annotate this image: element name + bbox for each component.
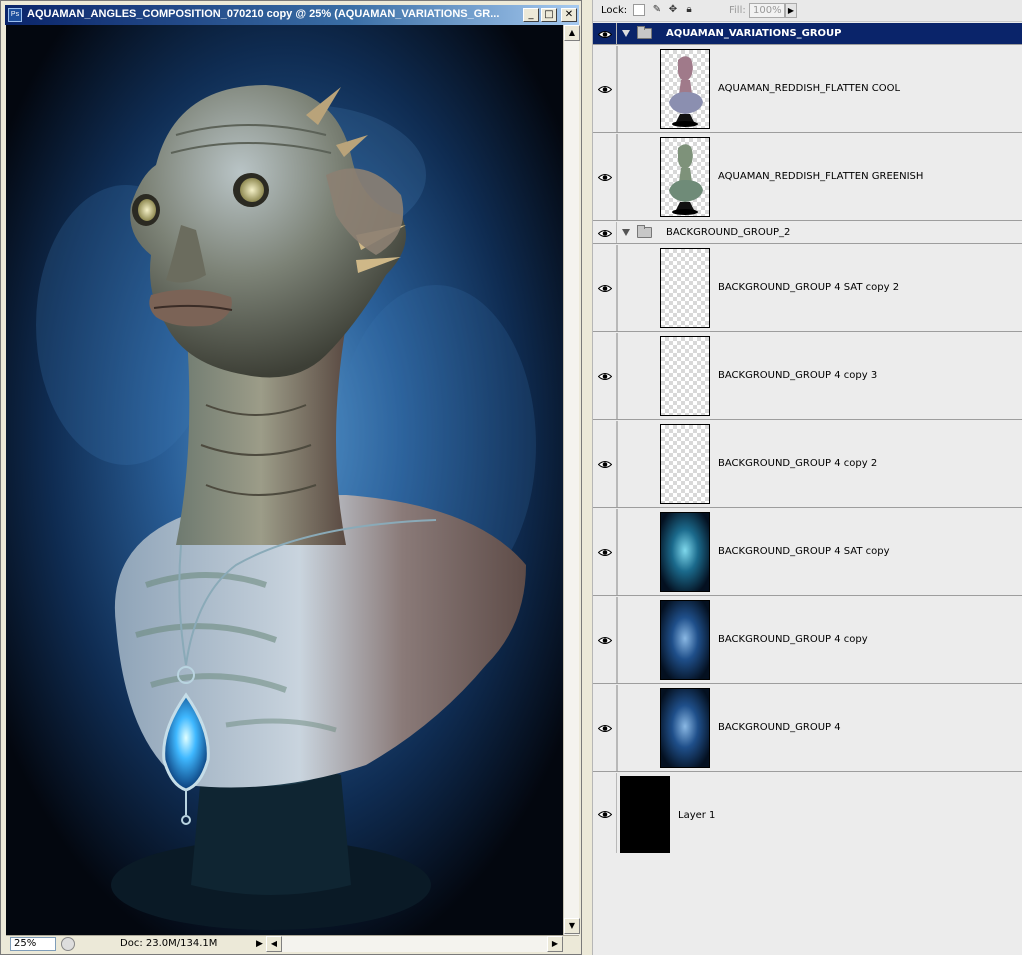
eye-icon[interactable] xyxy=(597,283,613,292)
layer-row[interactable]: AQUAMAN_REDDISH_FLATTEN COOL xyxy=(593,46,1022,133)
visibility-toggle[interactable] xyxy=(593,773,617,859)
document-size-readout: Doc: 23.0M/134.1M xyxy=(120,938,218,949)
layer-name: BACKGROUND_GROUP 4 copy 2 xyxy=(718,458,878,469)
lock-move-icon[interactable]: ✥ xyxy=(667,4,679,16)
horizontal-scrollbar[interactable]: ◀ ▶ xyxy=(266,936,563,952)
status-bar: 25% Doc: 23.0M/134.1M ▶ ◀ ▶ xyxy=(6,935,579,952)
layer-thumbnail xyxy=(660,424,710,504)
layer-row[interactable]: AQUAMAN_REDDISH_FLATTEN GREENISH xyxy=(593,134,1022,221)
eye-icon[interactable] xyxy=(597,228,613,237)
group-indent xyxy=(617,245,618,331)
document-window: Ps AQUAMAN_ANGLES_COMPOSITION_070210 cop… xyxy=(0,0,582,955)
lock-all-icon[interactable]: 🔒︎ xyxy=(683,4,695,16)
layer-thumbnail xyxy=(660,248,710,328)
layers-panel-empty-area xyxy=(593,853,1022,955)
minimize-button[interactable]: _ xyxy=(523,8,539,22)
layer-thumbnail xyxy=(660,600,710,680)
status-menu-arrow-icon[interactable]: ▶ xyxy=(256,938,264,950)
layer-thumbnail xyxy=(660,49,710,129)
layer-name: BACKGROUND_GROUP 4 copy xyxy=(718,634,868,645)
layer-thumbnail xyxy=(660,688,710,768)
group-indent xyxy=(617,509,618,595)
visibility-toggle[interactable] xyxy=(593,46,617,132)
layers-panel: Lock: ✎ ✥ 🔒︎ Fill: 100% ▶ AQUAMAN_VARIAT… xyxy=(592,0,1022,955)
layer-row[interactable]: BACKGROUND_GROUP 4 copy 2 xyxy=(593,421,1022,508)
document-title: AQUAMAN_ANGLES_COMPOSITION_070210 copy @… xyxy=(27,8,500,20)
visibility-toggle[interactable] xyxy=(593,421,617,507)
layer-row[interactable]: BACKGROUND_GROUP 4 copy 3 xyxy=(593,333,1022,420)
layer-name: AQUAMAN_REDDISH_FLATTEN GREENISH xyxy=(718,171,924,182)
layer-group-row[interactable]: AQUAMAN_VARIATIONS_GROUP xyxy=(593,23,1022,45)
eye-icon[interactable] xyxy=(597,635,613,644)
fill-slider-arrow-icon[interactable]: ▶ xyxy=(785,3,797,18)
scroll-left-arrow-icon[interactable]: ◀ xyxy=(266,936,282,952)
group-indent xyxy=(617,685,618,771)
layer-name: Layer 1 xyxy=(678,810,716,821)
eye-icon[interactable] xyxy=(597,547,613,556)
group-indent xyxy=(617,46,618,132)
document-titlebar[interactable]: Ps AQUAMAN_ANGLES_COMPOSITION_070210 cop… xyxy=(5,5,579,25)
layer-row[interactable]: BACKGROUND_GROUP 4 xyxy=(593,685,1022,772)
layer-name: BACKGROUND_GROUP 4 SAT copy xyxy=(718,546,890,557)
layer-thumbnail xyxy=(660,336,710,416)
visibility-toggle[interactable] xyxy=(593,245,617,331)
layer-group-row[interactable]: BACKGROUND_GROUP_2 xyxy=(593,222,1022,244)
visibility-toggle[interactable] xyxy=(593,597,617,683)
layer-name: BACKGROUND_GROUP 4 SAT copy 2 xyxy=(718,282,900,293)
layer-name: AQUAMAN_REDDISH_FLATTEN COOL xyxy=(718,83,901,94)
eye-icon[interactable] xyxy=(597,84,613,93)
document-canvas[interactable] xyxy=(6,25,563,935)
visibility-toggle[interactable] xyxy=(593,222,617,243)
group-name: BACKGROUND_GROUP_2 xyxy=(666,227,791,238)
aquaman-bust-artwork xyxy=(6,25,563,935)
scroll-up-arrow-icon[interactable]: ▲ xyxy=(564,25,580,41)
eye-icon[interactable] xyxy=(597,723,613,732)
folder-icon xyxy=(637,225,652,238)
layer-thumbnail xyxy=(620,776,670,856)
layer-name: BACKGROUND_GROUP 4 copy 3 xyxy=(718,370,878,381)
zoom-level-field[interactable]: 25% xyxy=(10,937,56,951)
layer-row[interactable]: BACKGROUND_GROUP 4 copy xyxy=(593,597,1022,684)
group-expand-triangle-icon[interactable] xyxy=(622,30,630,37)
photoshop-app-icon: Ps xyxy=(8,8,22,22)
eye-icon[interactable] xyxy=(597,809,613,818)
folder-icon xyxy=(637,26,652,39)
eye-icon[interactable] xyxy=(597,371,613,380)
visibility-toggle[interactable] xyxy=(593,509,617,595)
close-button[interactable]: ✕ xyxy=(561,8,577,22)
lock-brush-icon[interactable]: ✎ xyxy=(651,4,663,16)
lock-label: Lock: xyxy=(601,5,628,16)
layer-row[interactable]: BACKGROUND_GROUP 4 SAT copy xyxy=(593,509,1022,596)
fill-opacity-field[interactable]: 100% xyxy=(749,3,785,18)
scroll-down-arrow-icon[interactable]: ▼ xyxy=(564,918,580,934)
visibility-toggle[interactable] xyxy=(593,685,617,771)
vertical-scrollbar[interactable]: ▲ ▼ xyxy=(563,25,580,935)
group-indent xyxy=(617,421,618,507)
group-expand-triangle-icon[interactable] xyxy=(622,229,630,236)
fill-label: Fill: xyxy=(729,5,746,16)
lock-options-bar: Lock: ✎ ✥ 🔒︎ Fill: 100% ▶ xyxy=(593,0,1022,22)
layer-thumbnail xyxy=(660,512,710,592)
group-indent xyxy=(617,597,618,683)
eye-icon[interactable] xyxy=(597,29,613,38)
group-indent xyxy=(617,134,618,220)
visibility-toggle[interactable] xyxy=(593,333,617,419)
eye-icon[interactable] xyxy=(597,172,613,181)
layer-thumbnail xyxy=(660,137,710,217)
group-name: AQUAMAN_VARIATIONS_GROUP xyxy=(666,28,842,39)
layer-name: BACKGROUND_GROUP 4 xyxy=(718,722,841,733)
layer-row[interactable]: BACKGROUND_GROUP 4 SAT copy 2 xyxy=(593,245,1022,332)
scroll-right-arrow-icon[interactable]: ▶ xyxy=(547,936,563,952)
status-info-icon[interactable] xyxy=(61,937,75,951)
maximize-button[interactable]: □ xyxy=(541,8,557,22)
layer-row[interactable]: Layer 1 xyxy=(593,773,1022,860)
visibility-toggle[interactable] xyxy=(593,23,617,44)
visibility-toggle[interactable] xyxy=(593,134,617,220)
eye-icon[interactable] xyxy=(597,459,613,468)
group-indent xyxy=(617,333,618,419)
lock-transparency-icon[interactable] xyxy=(633,4,645,16)
